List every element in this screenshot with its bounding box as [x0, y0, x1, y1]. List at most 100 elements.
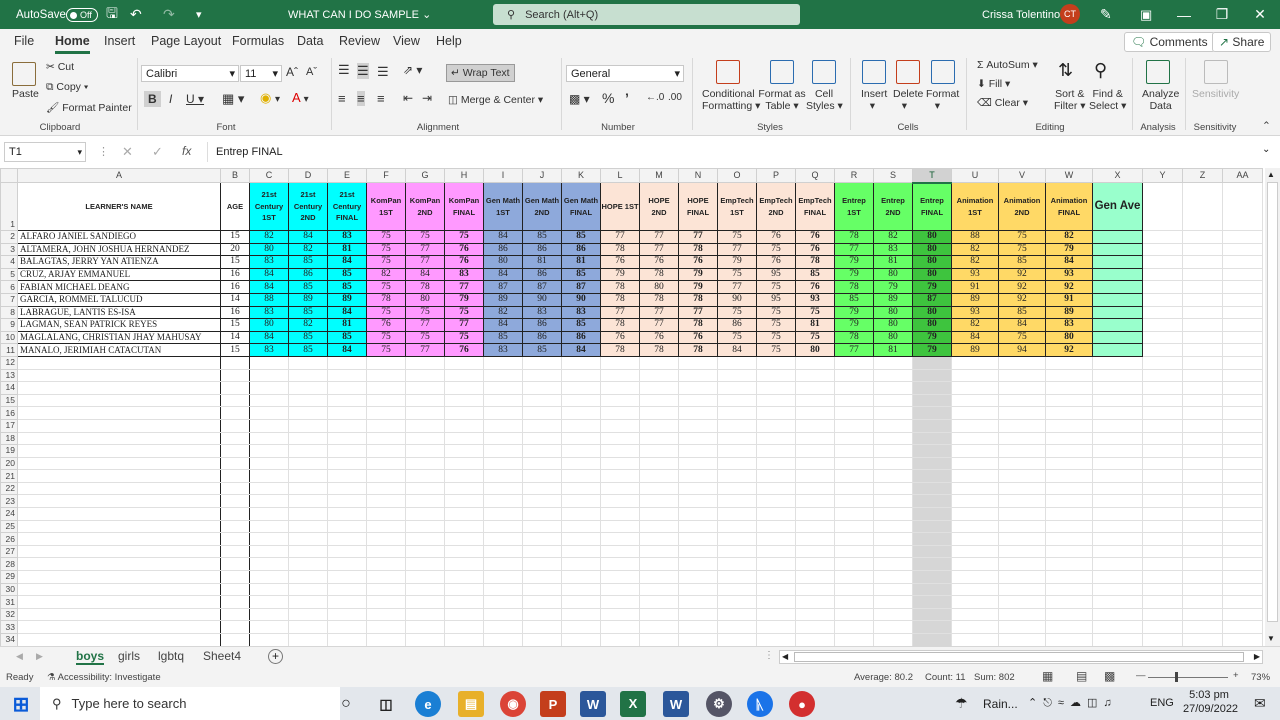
column-header[interactable]: D — [288, 168, 328, 183]
table-cell[interactable]: 76 — [678, 255, 718, 269]
empty-cell[interactable] — [483, 469, 523, 483]
empty-cell[interactable] — [678, 456, 718, 471]
empty-cell[interactable] — [873, 368, 913, 383]
empty-cell[interactable] — [639, 406, 679, 420]
table-cell[interactable]: 84 — [249, 280, 289, 294]
empty-cell[interactable] — [912, 620, 952, 634]
empty-cell[interactable] — [366, 544, 406, 559]
table-cell[interactable]: 89 — [288, 292, 328, 307]
empty-cell[interactable] — [483, 456, 523, 471]
empty-cell[interactable] — [912, 532, 952, 546]
table-cell[interactable]: 78 — [405, 280, 445, 294]
empty-cell[interactable] — [1182, 607, 1223, 622]
empty-cell[interactable] — [998, 444, 1046, 458]
table-cell[interactable]: 85 — [327, 280, 367, 294]
empty-cell[interactable] — [1045, 368, 1093, 383]
gen-ave-cell[interactable] — [1092, 343, 1143, 357]
table-cell[interactable]: 87 — [912, 292, 952, 307]
empty-cell[interactable] — [1222, 570, 1263, 584]
format-painter-button[interactable]: 🖌 Format Painter — [46, 101, 132, 114]
table-cell[interactable]: 79 — [873, 280, 913, 294]
empty-cell[interactable] — [1045, 431, 1093, 446]
empty-cell[interactable] — [834, 456, 874, 471]
empty-cell[interactable] — [1045, 456, 1093, 471]
empty-cell[interactable] — [327, 607, 367, 622]
empty-cell[interactable] — [756, 406, 796, 420]
table-cell[interactable]: 77 — [639, 230, 679, 244]
table-cell[interactable]: 75 — [405, 230, 445, 244]
empty-cell[interactable] — [834, 368, 874, 383]
table-cell[interactable]: 76 — [639, 330, 679, 345]
column-header[interactable]: S — [873, 168, 913, 183]
table-cell[interactable]: 75 — [717, 330, 757, 345]
empty-cell[interactable] — [639, 393, 679, 408]
empty-cell[interactable] — [1142, 633, 1183, 646]
maximize-button[interactable]: ❐ — [1202, 0, 1242, 29]
empty-cell[interactable] — [834, 355, 874, 370]
empty-cell[interactable] — [678, 494, 718, 509]
empty-cell[interactable] — [717, 406, 757, 420]
format-as-table-button[interactable]: Format as Table ▾ — [758, 88, 806, 112]
increase-decimal-icon[interactable]: ←.0 — [646, 92, 664, 103]
empty-cell[interactable] — [717, 532, 757, 546]
empty-cell[interactable] — [1092, 444, 1143, 458]
middle-align-icon[interactable]: ☰ — [357, 63, 369, 79]
empty-cell[interactable] — [600, 393, 640, 408]
user-name[interactable]: Crissa Tolentino — [982, 0, 1060, 29]
empty-cell[interactable] — [1182, 633, 1223, 646]
table-cell[interactable]: 14 — [220, 292, 250, 307]
empty-cell[interactable] — [1142, 431, 1183, 446]
empty-cell[interactable] — [561, 532, 601, 546]
column-header[interactable]: L — [600, 168, 640, 183]
empty-cell[interactable] — [912, 381, 952, 395]
empty-cell[interactable] — [639, 607, 679, 622]
empty-cell[interactable] — [288, 381, 328, 395]
bold-button[interactable]: B — [144, 91, 161, 107]
empty-cell[interactable] — [951, 595, 999, 609]
empty-cell[interactable] — [1092, 393, 1143, 408]
header-cell[interactable]: 21st Century 1ST — [249, 182, 289, 231]
empty-cell[interactable] — [639, 444, 679, 458]
empty-cell[interactable] — [1142, 280, 1183, 294]
table-cell[interactable]: 75 — [366, 305, 406, 320]
scroll-left-icon[interactable]: ◀ — [782, 652, 788, 661]
empty-cell[interactable] — [1182, 456, 1223, 471]
empty-cell[interactable] — [288, 595, 328, 609]
empty-cell[interactable] — [249, 595, 289, 609]
empty-cell[interactable] — [327, 368, 367, 383]
table-cell[interactable]: 81 — [561, 255, 601, 269]
empty-cell[interactable] — [756, 381, 796, 395]
empty-cell[interactable] — [1222, 595, 1263, 609]
empty-cell[interactable] — [522, 431, 562, 446]
empty-cell[interactable] — [366, 494, 406, 509]
accessibility-status[interactable]: ⚗ Accessibility: Investigate — [47, 672, 161, 683]
empty-cell[interactable] — [1222, 255, 1263, 269]
empty-cell[interactable] — [912, 444, 952, 458]
empty-cell[interactable] — [951, 582, 999, 597]
empty-cell[interactable] — [327, 557, 367, 572]
analyze-data-icon[interactable] — [1146, 60, 1170, 84]
empty-cell[interactable] — [561, 507, 601, 521]
empty-cell[interactable] — [522, 381, 562, 395]
empty-cell[interactable] — [1142, 343, 1183, 357]
empty-cell[interactable] — [1222, 318, 1263, 332]
empty-cell[interactable] — [483, 393, 523, 408]
collapse-ribbon-icon[interactable]: ⌃ — [1262, 120, 1271, 132]
table-cell[interactable]: 77 — [639, 318, 679, 332]
empty-cell[interactable] — [912, 393, 952, 408]
empty-cell[interactable] — [522, 418, 562, 433]
table-cell[interactable]: 84 — [288, 230, 328, 244]
empty-cell[interactable] — [1045, 418, 1093, 433]
empty-cell[interactable] — [834, 507, 874, 521]
empty-cell[interactable] — [951, 481, 999, 496]
table-cell[interactable]: 75 — [366, 280, 406, 294]
clear-button[interactable]: ⌫ Clear ▾ — [977, 97, 1028, 109]
settings-icon[interactable]: ⚙ — [706, 691, 732, 717]
empty-cell[interactable] — [288, 456, 328, 471]
formula-input[interactable]: Entrep FINAL — [207, 142, 1277, 162]
insert-function-icon[interactable]: fx — [182, 144, 191, 158]
header-cell[interactable]: Gen Math 1ST — [483, 182, 523, 231]
empty-cell[interactable] — [366, 355, 406, 370]
empty-cell[interactable] — [795, 381, 835, 395]
empty-cell[interactable] — [220, 444, 250, 458]
